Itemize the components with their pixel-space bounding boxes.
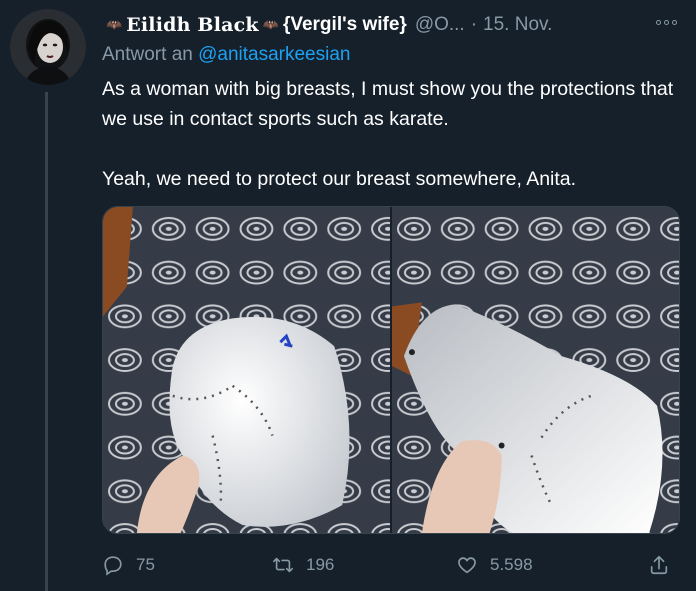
like-button[interactable]: 5.598 (456, 548, 533, 582)
retweet-icon (273, 557, 293, 573)
reply-mention-link[interactable]: @anitasarkeesian (198, 44, 350, 65)
avatar[interactable] (10, 9, 86, 85)
date-separator: · (470, 14, 478, 35)
thread-line (45, 92, 48, 591)
tweet-text-line-2: Yeah, we need to protect our breast some… (102, 168, 577, 190)
tweet-text-line-1: As a woman with big breasts, I must show… (102, 78, 674, 130)
like-count: 5.598 (490, 555, 533, 574)
tweet-text: As a woman with big breasts, I must show… (102, 74, 682, 194)
share-button[interactable] (648, 548, 670, 582)
reply-icon (104, 556, 122, 576)
reply-prefix: Antwort an (102, 44, 193, 65)
bat-icon: 🦇 (262, 17, 279, 32)
media-grid (102, 206, 680, 534)
photo-breast-protector-front (103, 207, 390, 533)
action-bar: 75 196 5.598 (102, 548, 682, 582)
reply-button[interactable]: 75 (102, 548, 155, 582)
display-name-nickname[interactable]: {Vergil's wife} (283, 14, 407, 36)
photo-breast-protector-side (392, 207, 679, 533)
retweet-count: 196 (306, 555, 335, 574)
bat-icon: 🦇 (106, 17, 123, 32)
media-photo-1[interactable] (103, 207, 390, 533)
tweet-date[interactable]: 15. Nov. (483, 14, 552, 36)
display-name[interactable]: Eilidh Black (126, 14, 259, 36)
share-icon (650, 555, 668, 575)
avatar-image (10, 9, 86, 85)
tweet-header: 🦇 Eilidh Black 🦇 {Vergil's wife} @O... ·… (102, 10, 622, 40)
reply-count: 75 (136, 555, 155, 574)
more-options-icon[interactable] (654, 14, 678, 30)
media-photo-2[interactable] (392, 207, 679, 533)
heart-icon (458, 557, 476, 574)
reply-context: Antwort an @anitasarkeesian (102, 44, 350, 66)
tweet[interactable]: 🦇 Eilidh Black 🦇 {Vergil's wife} @O... ·… (0, 0, 696, 591)
user-handle[interactable]: @O... (415, 14, 465, 36)
retweet-button[interactable]: 196 (272, 548, 334, 582)
